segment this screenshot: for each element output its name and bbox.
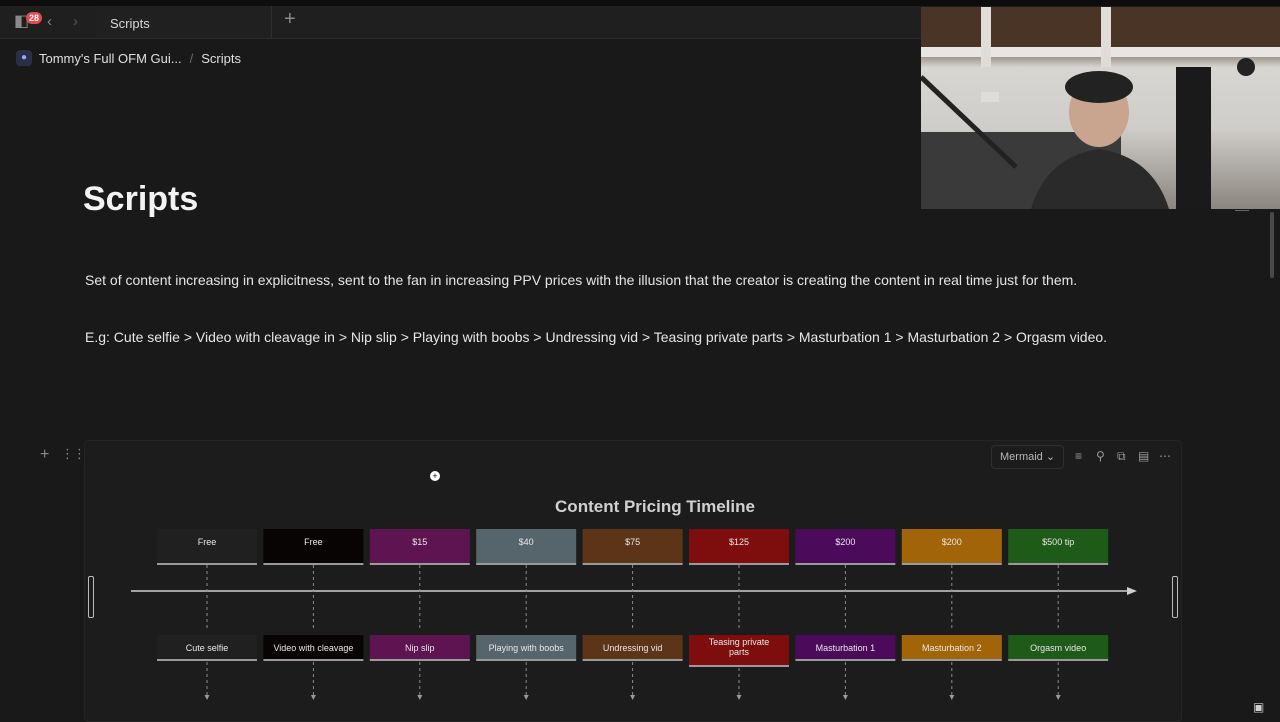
- content-label: Cute selfie: [186, 643, 229, 653]
- breadcrumb: ● Tommy's Full OFM Gui... / Scripts: [16, 50, 241, 66]
- plus-icon[interactable]: +: [284, 9, 296, 29]
- price-label: $75: [625, 537, 640, 547]
- price-label: $125: [729, 537, 749, 547]
- down-arrow-icon: [736, 695, 742, 700]
- content-label: Masturbation 2: [922, 643, 982, 653]
- price-label: $200: [835, 537, 855, 547]
- price-label: Free: [198, 537, 217, 547]
- price-label: $500 tip: [1042, 537, 1074, 547]
- price-label: Free: [304, 537, 323, 547]
- screen-capture-icon[interactable]: ▣: [1253, 700, 1264, 714]
- breadcrumb-workspace[interactable]: Tommy's Full OFM Gui...: [39, 51, 182, 66]
- add-block-icon[interactable]: +: [40, 446, 49, 464]
- down-arrow-icon: [842, 695, 848, 700]
- scrollbar-thumb[interactable]: [1270, 212, 1274, 278]
- page-title: Scripts: [83, 180, 199, 218]
- down-arrow-icon: [417, 695, 423, 700]
- left-resize-handle[interactable]: [88, 576, 94, 618]
- notification-badge: 28: [26, 12, 43, 24]
- price-label: $15: [412, 537, 427, 547]
- tab-title: Scripts: [110, 16, 150, 31]
- webcam-overlay: [921, 7, 1280, 209]
- right-resize-handle[interactable]: [1172, 576, 1178, 618]
- content-label: Masturbation 1: [816, 643, 876, 653]
- tab-scripts[interactable]: Scripts: [96, 6, 272, 38]
- diagram-title[interactable]: Content Pricing Timeline: [555, 497, 755, 516]
- forward-arrow-icon[interactable]: ›: [73, 12, 78, 32]
- down-arrow-icon: [523, 695, 529, 700]
- content-label: Undressing vid: [603, 643, 663, 653]
- webcam-image: [921, 7, 1280, 209]
- timeline-arrowhead: [1127, 587, 1137, 595]
- description-text: Set of content increasing in explicitnes…: [85, 272, 1078, 288]
- drag-handle-icon[interactable]: ⋮⋮: [61, 446, 86, 462]
- down-arrow-icon: [310, 695, 316, 700]
- mermaid-code-block: Mermaid ⌄ ≡ ⚲ ⧉ ▤ ⋯ + Content Pricing Ti…: [84, 440, 1182, 722]
- example-text: E.g: Cute selfie > Video with cleavage i…: [85, 329, 1108, 345]
- content-label: Nip slip: [405, 643, 435, 653]
- timeline-steps: Free Cute selfie Free Video with cleavage $1…: [157, 529, 1109, 700]
- content-label: Playing with boobs: [489, 643, 565, 653]
- down-arrow-icon: [1055, 695, 1061, 700]
- back-arrow-icon[interactable]: ‹: [47, 12, 52, 32]
- breadcrumb-page[interactable]: Scripts: [201, 51, 241, 66]
- down-arrow-icon: [949, 695, 955, 700]
- content-label: Orgasm video: [1030, 643, 1086, 653]
- timeline-diagram: Content Pricing Timeline Free Cute selfie…: [131, 497, 1137, 700]
- down-arrow-icon: [204, 695, 210, 700]
- down-arrow-icon: [630, 695, 636, 700]
- price-label: $40: [519, 537, 534, 547]
- workspace-icon: ●: [16, 50, 32, 66]
- breadcrumb-separator: /: [189, 50, 194, 66]
- collapse-icon[interactable]: [1235, 210, 1249, 211]
- price-label: $200: [942, 537, 962, 547]
- content-label: Video with cleavage: [273, 643, 353, 653]
